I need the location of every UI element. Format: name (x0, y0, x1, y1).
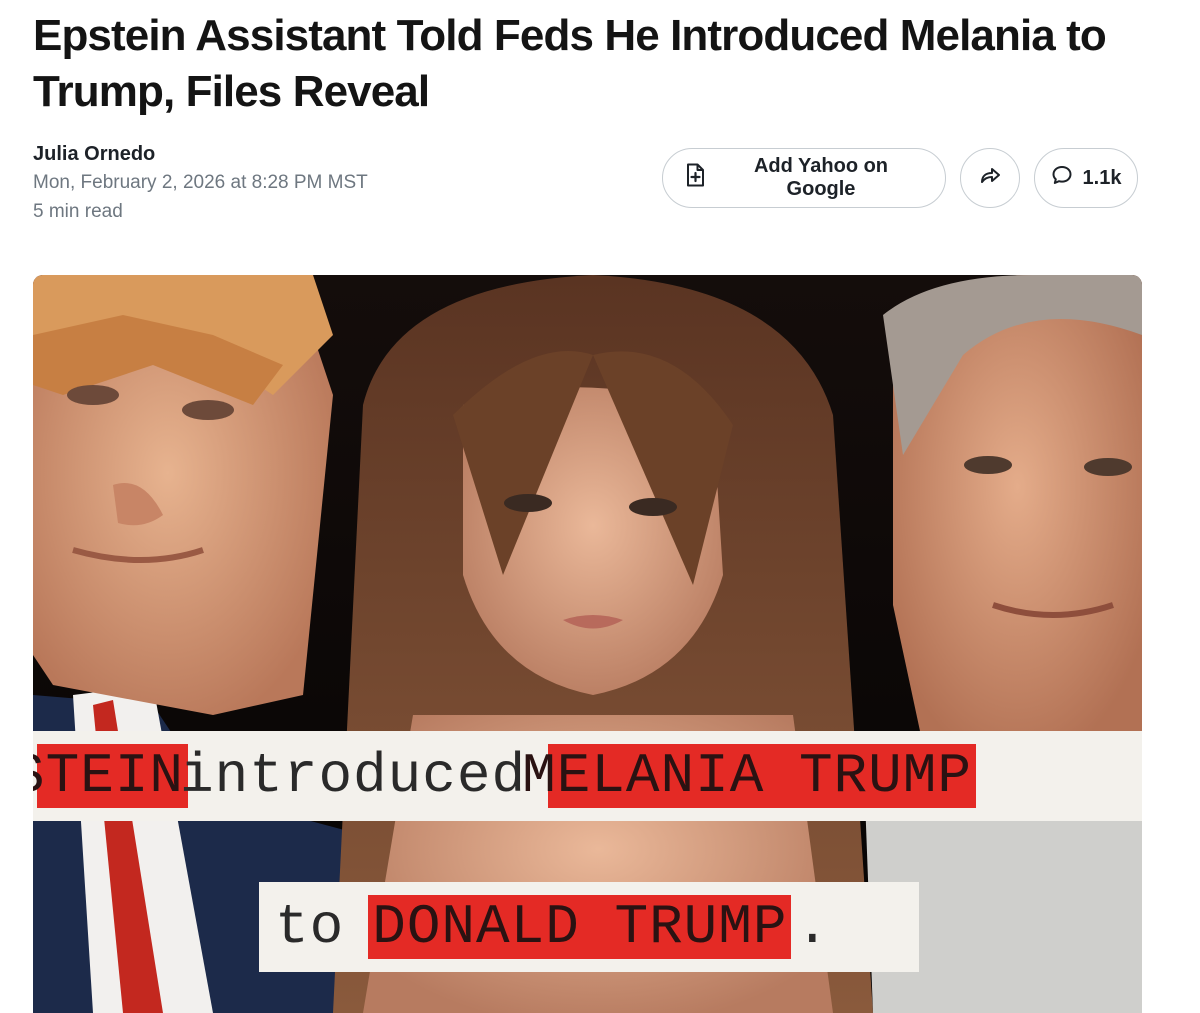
add-yahoo-on-google-button[interactable]: Add Yahoo on Google (662, 148, 946, 208)
article-actions: Add Yahoo on Google 1.1k (662, 148, 1138, 208)
caption-word-to: to (275, 895, 345, 959)
hero-caption-line-2: to DONALD TRUMP . (259, 882, 919, 972)
redacted-word-melania-trump: MELANIA TRUMP (522, 744, 976, 808)
author-link[interactable]: Julia Ornedo (33, 140, 368, 168)
caption-period: . (795, 895, 831, 959)
publish-date: Mon, February 2, 2026 at 8:28 PM MST (33, 172, 368, 193)
google-news-icon (685, 163, 705, 193)
google-button-label: Add Yahoo on Google (753, 155, 889, 200)
redacted-word-epstein: STEIN (33, 744, 189, 808)
comments-button[interactable]: 1.1k (1034, 148, 1138, 208)
share-button[interactable] (960, 148, 1020, 208)
hero-caption-line-1: STEIN introduced MELANIA TRUMP (33, 731, 1142, 821)
share-icon (979, 165, 1001, 191)
caption-word-introduced: introduced (180, 744, 527, 808)
read-time: 5 min read (33, 201, 123, 222)
article-page: Epstein Assistant Told Feds He Introduce… (0, 0, 1200, 1013)
redacted-word-donald-trump: DONALD TRUMP (368, 895, 792, 959)
byline: Julia Ornedo Mon, February 2, 2026 at 8:… (33, 140, 368, 226)
hero-image[interactable]: STEIN introduced MELANIA TRUMP to DONALD… (33, 275, 1142, 1013)
article-headline: Epstein Assistant Told Feds He Introduce… (33, 11, 1107, 116)
comment-count: 1.1k (1082, 166, 1122, 189)
comment-icon (1051, 164, 1073, 192)
